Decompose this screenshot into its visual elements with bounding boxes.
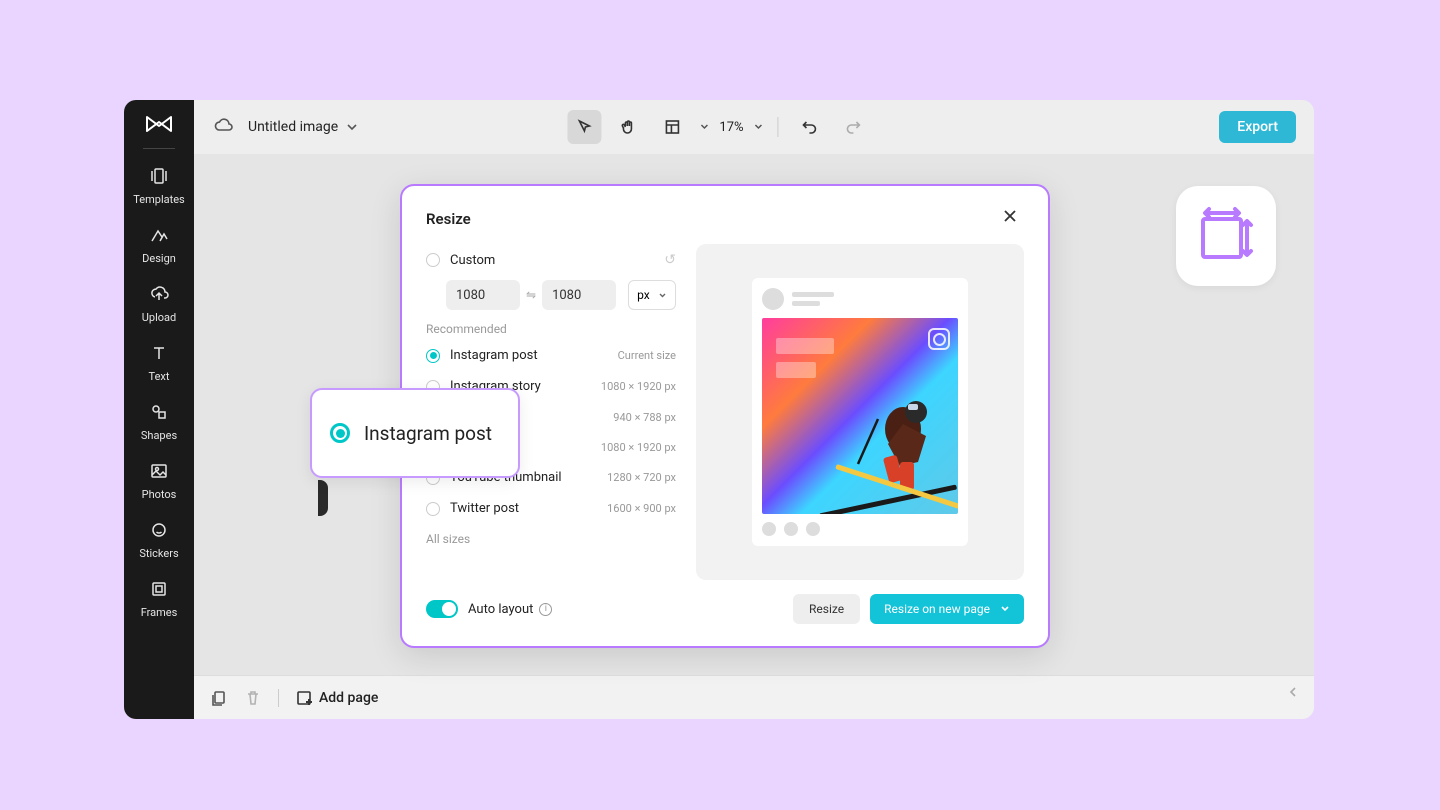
sidebar-item-label: Templates [133, 193, 184, 206]
recommended-section-label: Recommended [426, 314, 676, 340]
callout-text: Instagram post [364, 422, 492, 445]
preview-skier-illustration [808, 374, 958, 514]
instagram-post-callout: Instagram post [310, 388, 520, 478]
instagram-icon [928, 328, 950, 350]
sidebar-item-label: Stickers [139, 547, 178, 560]
zoom-level[interactable]: 17% [719, 120, 743, 135]
chevron-down-icon[interactable] [699, 122, 709, 132]
option-meta: 1600 × 900 px [607, 502, 676, 515]
all-sizes-section-label: All sizes [426, 524, 676, 550]
option-instagram-post[interactable]: Instagram post Current size [426, 340, 676, 371]
resize-button[interactable]: Resize [793, 594, 860, 624]
option-meta: 1080 × 1920 px [601, 380, 676, 393]
sidebar-item-design[interactable]: Design [124, 216, 194, 275]
reset-icon[interactable]: ↺ [664, 252, 676, 268]
stickers-icon [149, 521, 169, 543]
redo-button[interactable] [837, 110, 871, 144]
radio-icon [330, 423, 350, 443]
text-icon [149, 344, 169, 366]
frames-icon [149, 580, 169, 602]
templates-icon [149, 167, 169, 189]
pages-button[interactable] [210, 689, 228, 707]
option-label: Custom [450, 253, 654, 268]
sidebar-item-label: Text [149, 370, 170, 383]
auto-layout-label: Auto layout i [468, 602, 552, 617]
hand-tool-button[interactable] [611, 110, 645, 144]
divider [143, 148, 175, 149]
sidebar-item-shapes[interactable]: Shapes [124, 393, 194, 452]
unit-select[interactable]: px [628, 280, 676, 310]
preview-card [752, 278, 968, 546]
next-page-button[interactable] [1286, 684, 1300, 703]
add-page-icon [295, 689, 313, 707]
sidebar-item-label: Photos [142, 488, 177, 501]
chevron-down-icon[interactable] [754, 122, 764, 132]
sidebar-item-upload[interactable]: Upload [124, 275, 194, 334]
toolbar: Untitled image 17% Export [194, 100, 1314, 154]
chevron-down-icon [658, 291, 667, 300]
modal-title: Resize [426, 210, 471, 228]
info-icon[interactable]: i [539, 603, 552, 616]
preview-panel [696, 244, 1024, 580]
sidebar-item-text[interactable]: Text [124, 334, 194, 393]
custom-dimensions: ⇋ px [426, 276, 676, 314]
sidebar-item-label: Shapes [141, 429, 177, 442]
sidebar-item-stickers[interactable]: Stickers [124, 511, 194, 570]
option-label: Instagram post [450, 348, 608, 363]
sidebar-item-frames[interactable]: Frames [124, 570, 194, 629]
document-title-text: Untitled image [248, 119, 338, 135]
select-tool-button[interactable] [567, 110, 601, 144]
option-label: Twitter post [450, 501, 597, 516]
option-custom[interactable]: Custom ↺ [426, 244, 676, 276]
link-dimensions-icon[interactable]: ⇋ [526, 288, 536, 302]
add-page-label: Add page [319, 690, 378, 706]
preview-avatar [762, 288, 784, 310]
option-meta: Current size [618, 349, 676, 362]
photos-icon [149, 462, 169, 484]
radio-icon [426, 349, 440, 363]
export-button[interactable]: Export [1219, 111, 1296, 143]
height-input[interactable] [542, 280, 616, 310]
option-twitter-post[interactable]: Twitter post 1600 × 900 px [426, 493, 676, 524]
option-meta: 1280 × 720 px [607, 471, 676, 484]
add-page-button[interactable]: Add page [295, 689, 378, 707]
resize-on-new-page-button[interactable]: Resize on new page [870, 594, 1024, 624]
resize-badge-icon [1176, 186, 1276, 286]
sidebar-item-label: Upload [142, 311, 176, 324]
design-icon [149, 226, 169, 248]
upload-icon [149, 285, 169, 307]
chevron-down-icon [346, 121, 358, 133]
sidebar: Templates Design Upload Text Shapes Phot… [124, 100, 194, 719]
sidebar-item-templates[interactable]: Templates [124, 157, 194, 216]
chevron-down-icon [1000, 604, 1010, 614]
preview-image [762, 318, 958, 514]
document-title[interactable]: Untitled image [248, 119, 358, 135]
radio-icon [426, 253, 440, 267]
delete-button[interactable] [244, 689, 262, 707]
radio-icon [426, 502, 440, 516]
sidebar-item-label: Frames [141, 606, 178, 619]
cloud-sync-icon[interactable] [212, 115, 234, 139]
bottombar: Add page [194, 675, 1314, 719]
sidebar-item-photos[interactable]: Photos [124, 452, 194, 511]
separator [278, 689, 279, 707]
separator [778, 117, 779, 137]
app-logo-icon [145, 114, 173, 134]
sidebar-item-label: Design [142, 252, 176, 265]
shapes-icon [149, 403, 169, 425]
close-button[interactable] [1002, 208, 1024, 230]
layout-tool-button[interactable] [655, 110, 689, 144]
undo-button[interactable] [793, 110, 827, 144]
option-meta: 1080 × 1920 px [601, 441, 676, 454]
width-input[interactable] [446, 280, 520, 310]
option-meta: 940 × 788 px [613, 411, 676, 424]
auto-layout-toggle[interactable] [426, 600, 458, 618]
